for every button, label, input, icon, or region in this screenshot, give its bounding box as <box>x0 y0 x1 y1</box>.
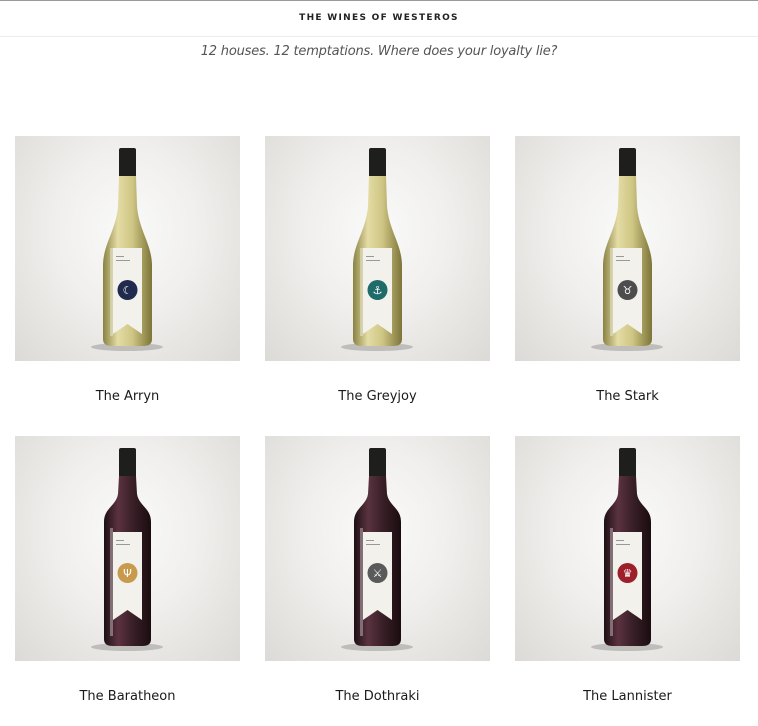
bottle-capsule <box>119 448 136 478</box>
direwolf-icon-glyph: ♉ <box>623 284 633 297</box>
label-text-line <box>366 544 380 545</box>
bottle-photo[interactable]: ♛ <box>515 436 740 661</box>
label-text-line <box>616 540 624 541</box>
kraken-icon-glyph: ⚓ <box>373 284 383 297</box>
bottle-photo[interactable]: ♉ <box>515 136 740 361</box>
bottle-image: ⚓ <box>341 148 413 351</box>
bottle-capsule <box>619 448 636 478</box>
label-text-line <box>366 540 374 541</box>
bottle-capsule <box>369 148 386 178</box>
bottle-capsule <box>119 148 136 178</box>
wine-name[interactable]: The Lannister <box>515 689 740 704</box>
label-text-line <box>116 256 124 257</box>
stag-icon-glyph: Ψ <box>123 567 132 580</box>
bottle-photo[interactable]: Ψ <box>15 436 240 661</box>
wine-card-baratheon[interactable]: Ψ The Baratheon <box>15 436 240 726</box>
tagline: 12 houses. 12 temptations. Where does yo… <box>200 44 558 59</box>
wine-name[interactable]: The Dothraki <box>265 689 490 704</box>
bottle-highlight <box>110 248 113 336</box>
wine-card-lannister[interactable]: ♛ The Lannister <box>515 436 740 726</box>
bottle-image: Ψ <box>91 448 163 651</box>
wine-card-stark[interactable]: ♉ The Stark <box>515 136 740 426</box>
lion-icon-glyph: ♛ <box>623 567 633 580</box>
site-header: THE WINES OF WESTEROS <box>0 0 758 37</box>
arakh-icon-glyph: ⚔ <box>373 567 383 580</box>
bottle-image: ♉ <box>591 148 663 351</box>
bottle-highlight <box>360 248 363 336</box>
bottle-capsule <box>619 148 636 178</box>
site-title[interactable]: THE WINES OF WESTEROS <box>0 13 758 23</box>
bottle-highlight <box>110 528 113 636</box>
wine-card-greyjoy[interactable]: ⚓ The Greyjoy <box>265 136 490 426</box>
bottle-image: ☾ <box>91 148 163 351</box>
bottle-highlight <box>610 248 613 336</box>
wine-card-arryn[interactable]: ☾ The Arryn <box>15 136 240 426</box>
wine-name[interactable]: The Stark <box>515 389 740 404</box>
label-text-line <box>366 256 374 257</box>
label-text-line <box>116 544 130 545</box>
bottle-photo[interactable]: ☾ <box>15 136 240 361</box>
wine-name[interactable]: The Greyjoy <box>265 389 490 404</box>
label-text-line <box>616 260 630 261</box>
wine-card-dothraki[interactable]: ⚔ The Dothraki <box>265 436 490 726</box>
label-text-line <box>616 544 630 545</box>
label-text-line <box>366 260 380 261</box>
bottle-image: ♛ <box>591 448 663 651</box>
wine-name[interactable]: The Arryn <box>15 389 240 404</box>
moon-icon-glyph: ☾ <box>123 284 133 297</box>
label-text-line <box>116 540 124 541</box>
bottle-highlight <box>610 528 613 636</box>
bottle-highlight <box>360 528 363 636</box>
label-text-line <box>616 256 624 257</box>
wine-name[interactable]: The Baratheon <box>15 689 240 704</box>
bottle-photo[interactable]: ⚓ <box>265 136 490 361</box>
bottle-capsule <box>369 448 386 478</box>
label-text-line <box>116 260 130 261</box>
bottle-image: ⚔ <box>341 448 413 651</box>
bottle-photo[interactable]: ⚔ <box>265 436 490 661</box>
